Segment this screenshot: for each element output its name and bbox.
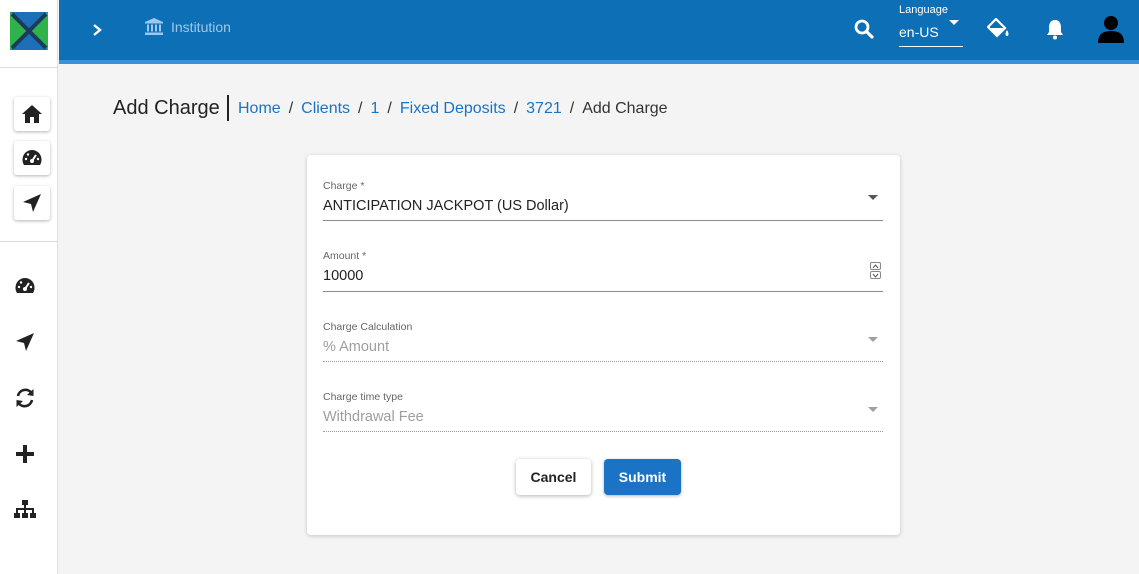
caret-down-icon — [868, 337, 878, 342]
logo-icon — [10, 12, 48, 50]
home-icon — [22, 105, 42, 123]
page-title: Add Charge — [113, 97, 220, 119]
charge-time-type-select: Charge time type Withdrawal Fee — [323, 391, 883, 451]
amount-value: 10000 — [323, 268, 364, 284]
user-avatar-icon — [1098, 16, 1124, 43]
sidebar-refresh-link[interactable] — [11, 384, 39, 412]
stepper-down-icon[interactable] — [870, 271, 881, 279]
cancel-button[interactable]: Cancel — [516, 459, 591, 495]
sidebar-home-button[interactable] — [14, 97, 50, 131]
refresh-icon — [16, 388, 34, 408]
language-value: en-US — [899, 24, 939, 40]
breadcrumb-separator: / — [358, 100, 363, 117]
amount-field[interactable]: Amount * 10000 — [323, 250, 883, 310]
paint-bucket-icon — [987, 18, 1009, 38]
user-menu-button[interactable] — [1095, 13, 1127, 45]
submit-button[interactable]: Submit — [604, 459, 681, 495]
notifications-button[interactable] — [1041, 15, 1069, 43]
toolbar-accent-strip — [59, 60, 1139, 64]
charge-underline — [323, 220, 883, 221]
search-icon — [854, 19, 874, 39]
bell-icon — [1047, 20, 1063, 40]
theme-button[interactable] — [985, 15, 1013, 43]
sidebar-divider — [0, 67, 58, 68]
caret-down-icon — [868, 407, 878, 412]
institution-link[interactable]: Institution — [145, 18, 231, 35]
institution-icon — [145, 18, 163, 35]
add-charge-form-card: Charge * ANTICIPATION JACKPOT (US Dollar… — [307, 155, 900, 535]
breadcrumb-separator: / — [387, 100, 392, 117]
breadcrumb-separator: / — [569, 100, 575, 117]
breadcrumb-client-id[interactable]: 1 — [371, 100, 380, 118]
sidebar-navigation-link[interactable] — [11, 328, 39, 356]
breadcrumb-account-id[interactable]: 3721 — [526, 100, 562, 118]
dashboard-icon — [15, 278, 35, 293]
sidebar-toggle-button[interactable] — [85, 18, 109, 42]
top-toolbar: Institution Language en-US — [59, 0, 1139, 60]
sitemap-icon — [14, 500, 36, 518]
charge-time-type-label: Charge time type — [323, 391, 403, 403]
chevron-right-icon — [93, 24, 102, 36]
breadcrumb-home[interactable]: Home — [238, 100, 281, 118]
charge-calculation-select: Charge Calculation % Amount — [323, 321, 883, 381]
amount-stepper[interactable] — [870, 262, 882, 280]
dashboard-icon — [22, 150, 42, 165]
search-button[interactable] — [851, 16, 877, 42]
title-separator — [227, 95, 229, 121]
charge-select[interactable]: Charge * ANTICIPATION JACKPOT (US Dollar… — [323, 180, 883, 240]
charge-time-type-underline — [323, 431, 883, 432]
breadcrumb-separator: / — [288, 100, 294, 117]
institution-label: Institution — [171, 18, 231, 35]
breadcrumb: Home / Clients / 1 / Fixed Deposits / 37… — [238, 100, 668, 118]
language-underline — [899, 46, 963, 47]
charge-calculation-label: Charge Calculation — [323, 321, 413, 333]
navigation-icon — [23, 194, 41, 212]
sidebar — [0, 0, 58, 574]
language-select[interactable]: Language en-US — [899, 3, 963, 47]
amount-underline — [323, 291, 883, 292]
breadcrumb-current: Add Charge — [582, 100, 668, 117]
language-label: Language — [899, 4, 948, 16]
charge-calculation-value: % Amount — [323, 339, 390, 355]
sidebar-divider — [0, 241, 58, 242]
plus-icon — [16, 445, 34, 463]
amount-label: Amount * — [323, 250, 367, 262]
navigation-icon — [16, 333, 34, 351]
breadcrumb-clients[interactable]: Clients — [301, 100, 350, 118]
sidebar-organization-link[interactable] — [11, 496, 39, 524]
charge-value: ANTICIPATION JACKPOT (US Dollar) — [323, 198, 569, 214]
charge-calculation-underline — [323, 361, 883, 362]
charge-time-type-value: Withdrawal Fee — [323, 409, 424, 425]
sidebar-navigation-button[interactable] — [14, 186, 50, 220]
sidebar-dashboard-link[interactable] — [11, 272, 39, 300]
stepper-up-icon[interactable] — [870, 262, 881, 270]
caret-down-icon — [949, 20, 959, 25]
app-logo[interactable] — [0, 0, 58, 62]
sidebar-dashboard-button[interactable] — [14, 141, 50, 175]
breadcrumb-fixed-deposits[interactable]: Fixed Deposits — [400, 100, 506, 118]
breadcrumb-separator: / — [513, 100, 519, 117]
caret-down-icon — [868, 195, 878, 200]
sidebar-add-link[interactable] — [11, 440, 39, 468]
charge-label: Charge * — [323, 180, 365, 192]
